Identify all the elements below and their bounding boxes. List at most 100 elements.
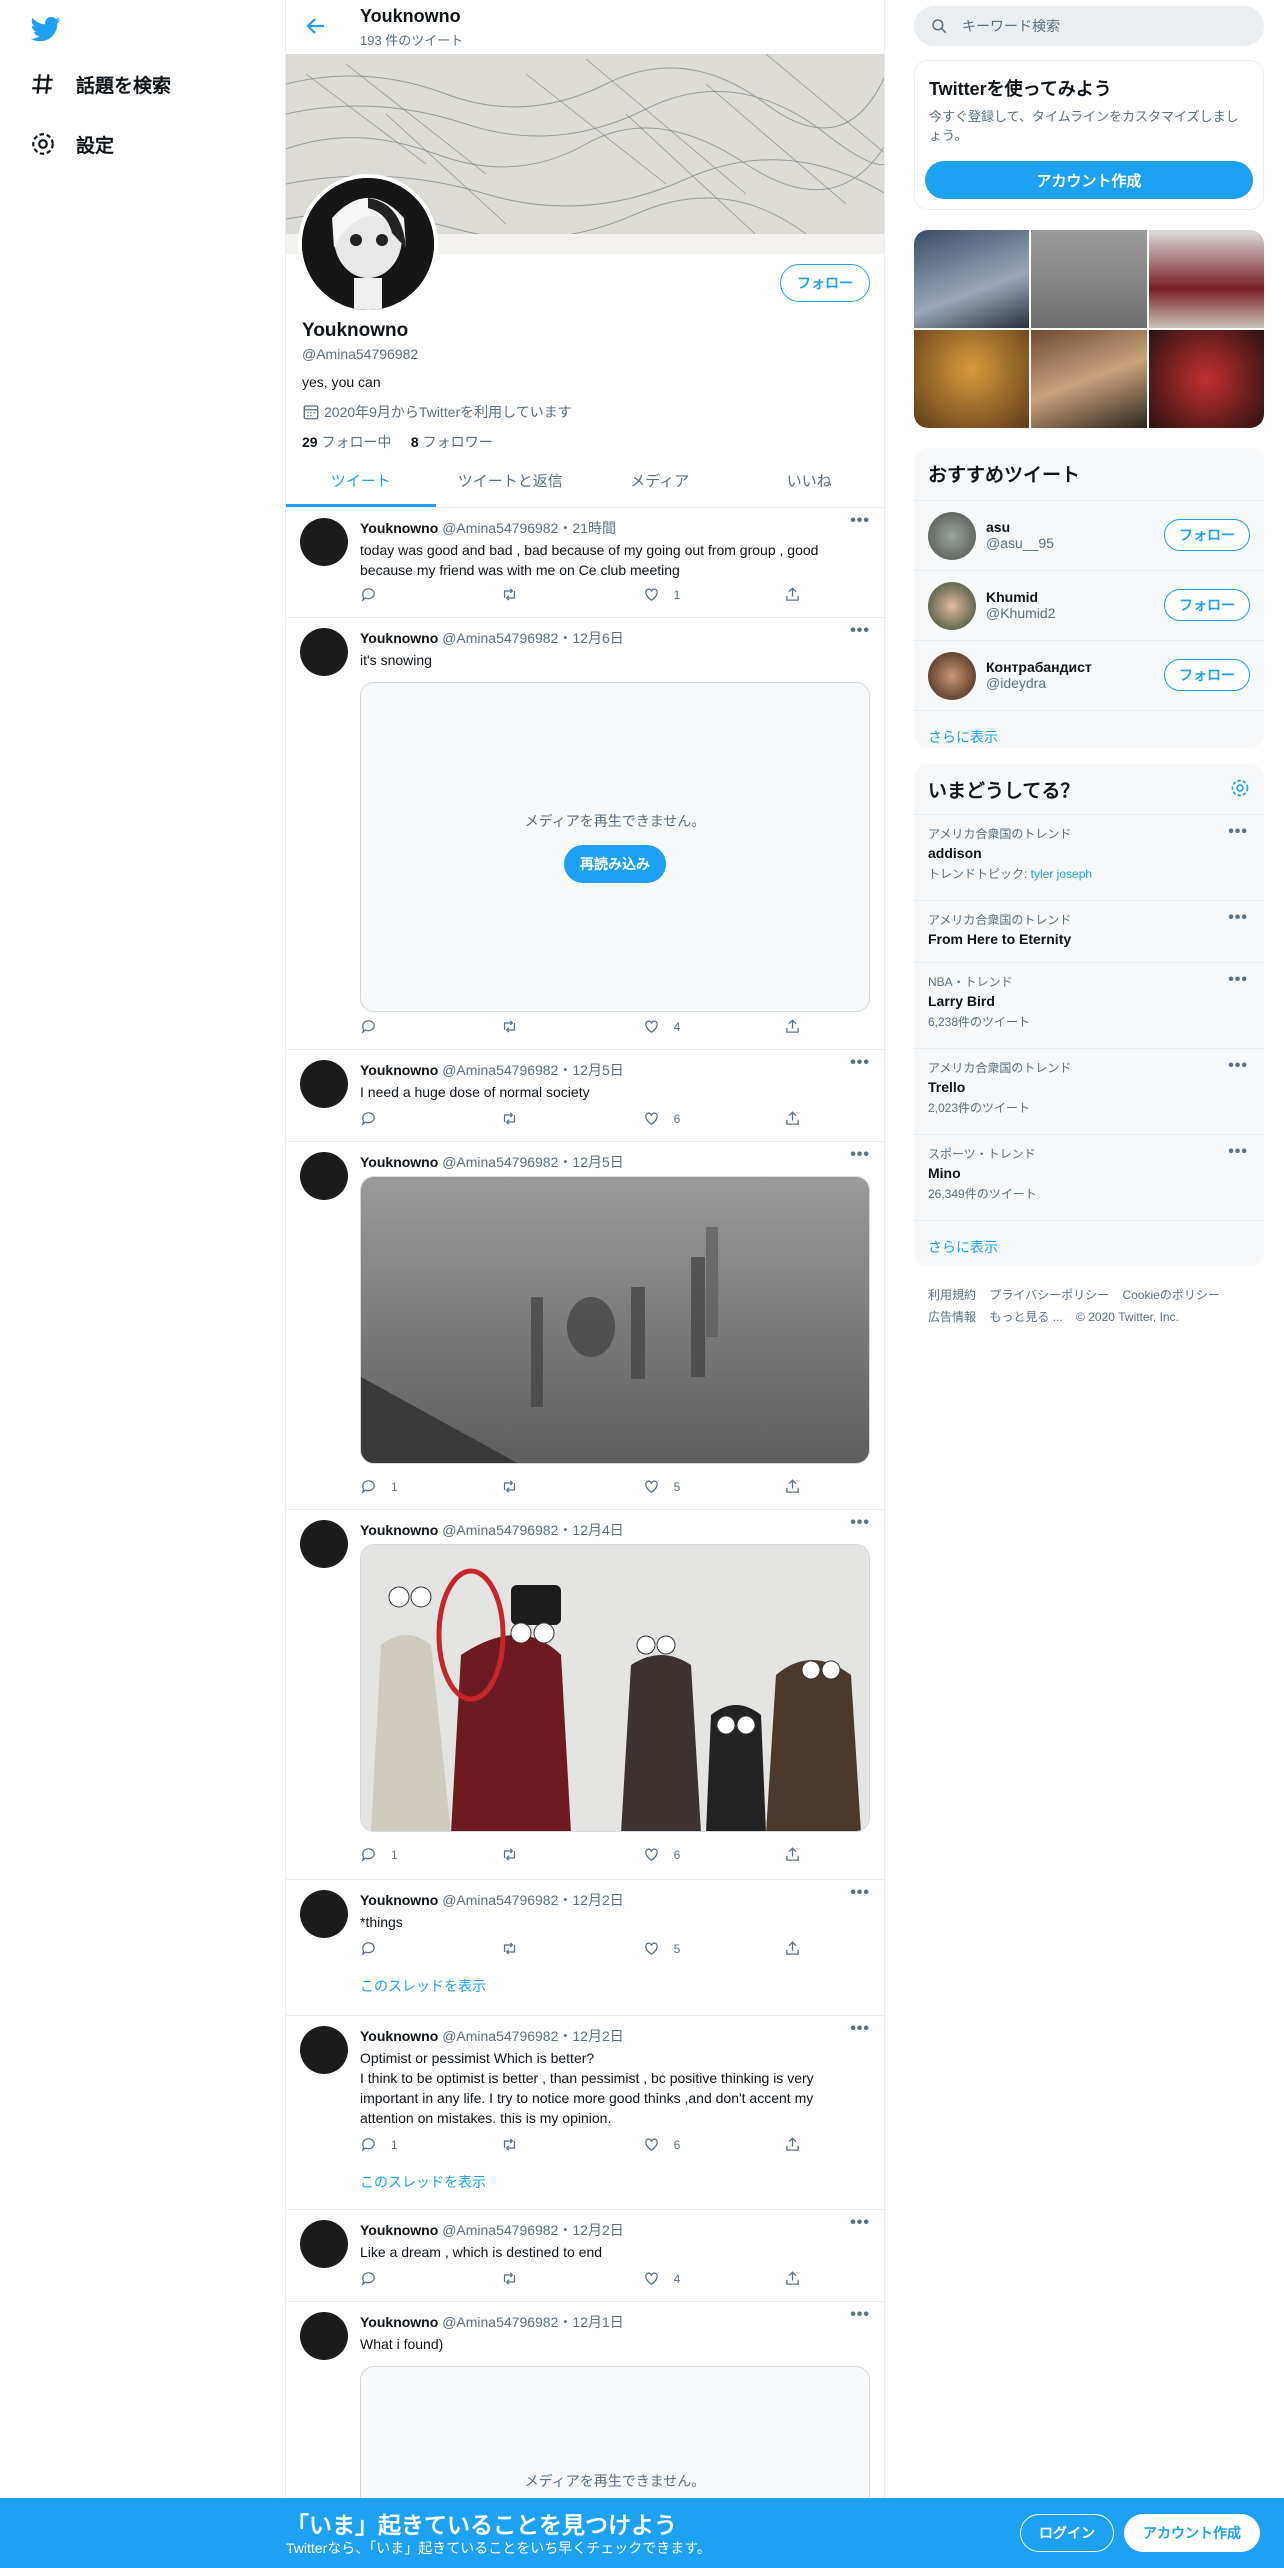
retweet-button[interactable]	[501, 1478, 611, 1495]
trend-sub-link[interactable]: tyler joseph	[1031, 867, 1092, 881]
tweet-author[interactable]: Youknowno	[360, 1062, 438, 1078]
retweet-button[interactable]	[501, 2136, 611, 2153]
nav-explore[interactable]: 話題を検索	[30, 62, 171, 106]
tweet-author[interactable]: Youknowno	[360, 1522, 438, 1538]
tab-likes[interactable]: いいね	[735, 454, 885, 507]
like-button[interactable]: 1	[643, 586, 753, 603]
trend-item[interactable]: アメリカ合衆国のトレンド addison トレンドトピック: tyler jos…	[914, 814, 1264, 900]
reply-button[interactable]	[360, 586, 470, 603]
trend-item[interactable]: NBA・トレンド Larry Bird 6,238件のツイート •••	[914, 962, 1264, 1048]
show-thread-link[interactable]: このスレッドを表示	[360, 1976, 486, 1996]
followers-link[interactable]: 8 フォロワー	[411, 434, 493, 450]
share-button[interactable]	[784, 586, 824, 603]
footer-link[interactable]: 利用規約	[928, 1288, 976, 1302]
more-icon[interactable]: •••	[850, 1884, 870, 1902]
reload-button[interactable]: 再読み込み	[564, 845, 666, 883]
reply-button[interactable]: 1	[360, 1846, 470, 1863]
grid-image[interactable]	[914, 330, 1030, 428]
tweet-avatar[interactable]	[300, 2312, 348, 2360]
tweet-avatar[interactable]	[300, 518, 348, 566]
reply-button[interactable]	[360, 1018, 470, 1035]
tab-media[interactable]: メディア	[585, 454, 735, 507]
tweet[interactable]: Youknowno @Amina54796982・21時間 ••• today …	[286, 508, 884, 618]
tweet[interactable]: Youknowno @Amina54796982・12月2日 ••• Like …	[286, 2210, 884, 2302]
grid-image[interactable]	[914, 230, 1030, 328]
reply-button[interactable]	[360, 2270, 470, 2287]
like-button[interactable]: 5	[643, 1478, 753, 1495]
retweet-button[interactable]	[501, 586, 611, 603]
search-bar[interactable]: キーワード検索	[914, 6, 1264, 46]
like-button[interactable]: 6	[643, 1110, 753, 1127]
avatar[interactable]	[928, 511, 976, 560]
share-button[interactable]	[784, 2270, 824, 2287]
suggested-user[interactable]: Контрабандист @ideydra フォロー	[914, 640, 1264, 710]
tweet-avatar[interactable]	[300, 2220, 348, 2268]
retweet-button[interactable]	[501, 1018, 611, 1035]
avatar[interactable]	[928, 651, 976, 700]
back-arrow-icon[interactable]	[304, 14, 328, 38]
tweet-avatar[interactable]	[300, 1060, 348, 1108]
footer-link[interactable]: 広告情報	[928, 1310, 976, 1324]
login-button[interactable]: ログイン	[1020, 2514, 1114, 2552]
tweet-author[interactable]: Youknowno	[360, 1892, 438, 1908]
like-button[interactable]: 6	[643, 2136, 753, 2153]
avatar[interactable]	[928, 581, 976, 630]
trend-item[interactable]: アメリカ合衆国のトレンド From Here to Eternity •••	[914, 900, 1264, 962]
share-button[interactable]	[784, 1018, 824, 1035]
tweet-author[interactable]: Youknowno	[360, 2222, 438, 2238]
reply-button[interactable]: 1	[360, 2136, 470, 2153]
share-button[interactable]	[784, 1940, 824, 1957]
search-input[interactable]: キーワード検索	[962, 16, 1060, 36]
nav-settings[interactable]: 設定	[30, 122, 114, 166]
more-icon[interactable]: •••	[1228, 909, 1248, 927]
suggested-user[interactable]: Khumid @Khumid2 フォロー	[914, 570, 1264, 640]
tweet[interactable]: Youknowno @Amina54796982・12月6日 ••• it's …	[286, 618, 884, 1050]
grid-image[interactable]	[1148, 330, 1264, 428]
more-icon[interactable]: •••	[850, 2214, 870, 2232]
reply-button[interactable]	[360, 1940, 470, 1957]
create-account-button[interactable]: アカウント作成	[925, 161, 1253, 199]
tweet-avatar[interactable]	[300, 1890, 348, 1938]
tweet-avatar[interactable]	[300, 2026, 348, 2074]
retweet-button[interactable]	[501, 2270, 611, 2287]
retweet-button[interactable]	[501, 1940, 611, 1957]
footer-link[interactable]: もっと見る ...	[989, 1310, 1062, 1324]
trend-item[interactable]: スポーツ・トレンド Mino 26,349件のツイート •••	[914, 1134, 1264, 1220]
tweet-author[interactable]: Youknowno	[360, 520, 438, 536]
show-thread-link[interactable]: このスレッドを表示	[360, 2172, 486, 2192]
more-icon[interactable]: •••	[1228, 823, 1248, 841]
media-grid[interactable]	[914, 230, 1264, 428]
suggested-user[interactable]: asu @asu__95 フォロー	[914, 500, 1264, 570]
more-icon[interactable]: •••	[850, 2020, 870, 2038]
more-icon[interactable]: •••	[850, 1054, 870, 1072]
tweet-avatar[interactable]	[300, 628, 348, 676]
grid-image[interactable]	[1031, 230, 1147, 328]
trend-item[interactable]: アメリカ合衆国のトレンド Trello 2,023件のツイート •••	[914, 1048, 1264, 1134]
like-button[interactable]: 4	[643, 2270, 753, 2287]
tweet[interactable]: Youknowno @Amina54796982・12月2日 ••• Optim…	[286, 2016, 884, 2210]
reply-button[interactable]	[360, 1110, 470, 1127]
tab-tweets[interactable]: ツイート	[286, 454, 436, 507]
share-button[interactable]	[784, 1478, 824, 1495]
footer-link[interactable]: プライバシーポリシー	[989, 1288, 1109, 1302]
signup-button[interactable]: アカウント作成	[1124, 2514, 1260, 2552]
reply-button[interactable]: 1	[360, 1478, 470, 1495]
share-button[interactable]	[784, 1110, 824, 1127]
tweet-avatar[interactable]	[300, 1520, 348, 1568]
tweet-avatar[interactable]	[300, 1152, 348, 1200]
like-button[interactable]: 5	[643, 1940, 753, 1957]
tweet[interactable]: Youknowno @Amina54796982・12月5日 ••• 1 5	[286, 1142, 884, 1510]
more-icon[interactable]: •••	[850, 1514, 870, 1532]
more-icon[interactable]: •••	[850, 622, 870, 640]
follow-button[interactable]: フォロー	[1164, 519, 1250, 551]
tweet[interactable]: Youknowno @Amina54796982・12月4日 ••• 1 6	[286, 1510, 884, 1880]
more-icon[interactable]: •••	[1228, 971, 1248, 989]
footer-link[interactable]: Cookieのポリシー	[1122, 1288, 1219, 1302]
show-more-link[interactable]: さらに表示	[914, 1220, 1264, 1266]
twitter-logo-icon[interactable]	[28, 14, 64, 44]
gear-icon[interactable]	[1230, 778, 1250, 798]
follow-button[interactable]: フォロー	[1164, 589, 1250, 621]
more-icon[interactable]: •••	[1228, 1057, 1248, 1075]
share-button[interactable]	[784, 2136, 824, 2153]
tweet-image[interactable]	[360, 1544, 870, 1832]
